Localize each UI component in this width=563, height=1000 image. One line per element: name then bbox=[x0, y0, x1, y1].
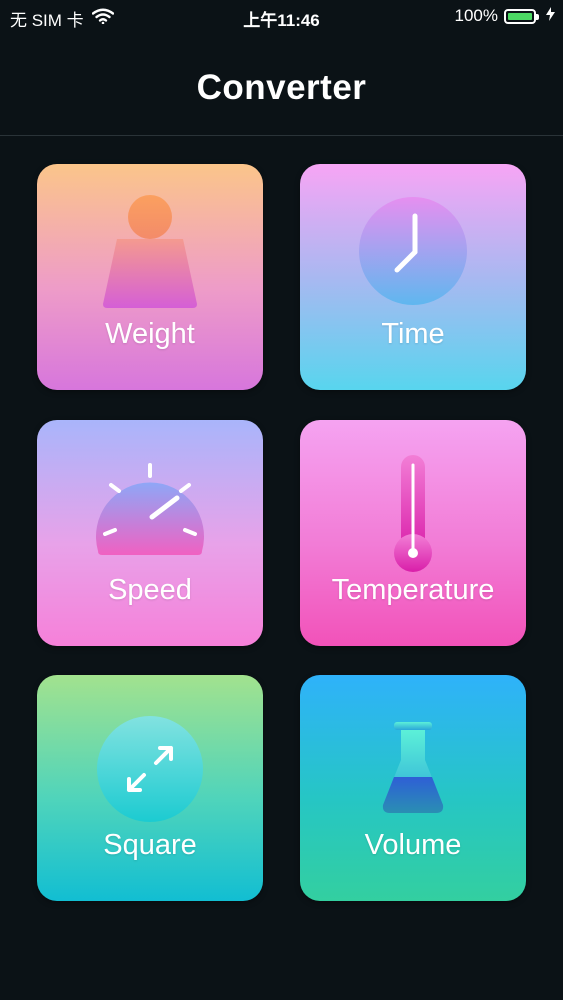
expand-arrows-icon bbox=[97, 716, 203, 822]
tile-label-time: Time bbox=[381, 318, 445, 350]
tile-weight[interactable]: Weight bbox=[37, 164, 263, 390]
tile-temperature[interactable]: Temperature bbox=[300, 420, 526, 646]
thermometer-icon bbox=[394, 455, 432, 572]
battery-fill bbox=[508, 12, 532, 20]
bolt-icon bbox=[546, 6, 555, 26]
tile-label-speed: Speed bbox=[108, 574, 192, 606]
tile-volume[interactable]: Volume bbox=[300, 675, 526, 901]
speedometer-icon bbox=[96, 463, 204, 555]
tile-square[interactable]: Square bbox=[37, 675, 263, 901]
tile-label-weight: Weight bbox=[105, 318, 195, 350]
flask-icon bbox=[382, 722, 444, 813]
status-right: 100% bbox=[455, 6, 555, 26]
weight-icon bbox=[103, 195, 197, 308]
battery-icon bbox=[504, 8, 539, 24]
converter-screen: 无 SIM 卡 上午11:46 100% Converter Weight Ti… bbox=[0, 0, 563, 1000]
page-title: Converter bbox=[196, 68, 367, 107]
battery-percent: 100% bbox=[454, 6, 498, 25]
tile-time[interactable]: Time bbox=[300, 164, 526, 390]
tile-label-square: Square bbox=[103, 829, 197, 861]
clock-icon bbox=[359, 197, 467, 305]
tile-label-temperature: Temperature bbox=[331, 574, 495, 606]
tile-label-volume: Volume bbox=[364, 829, 462, 861]
nav-bar: Converter bbox=[0, 32, 563, 136]
status-bar: 无 SIM 卡 上午11:46 100% bbox=[0, 0, 563, 32]
tile-speed[interactable]: Speed bbox=[37, 420, 263, 646]
